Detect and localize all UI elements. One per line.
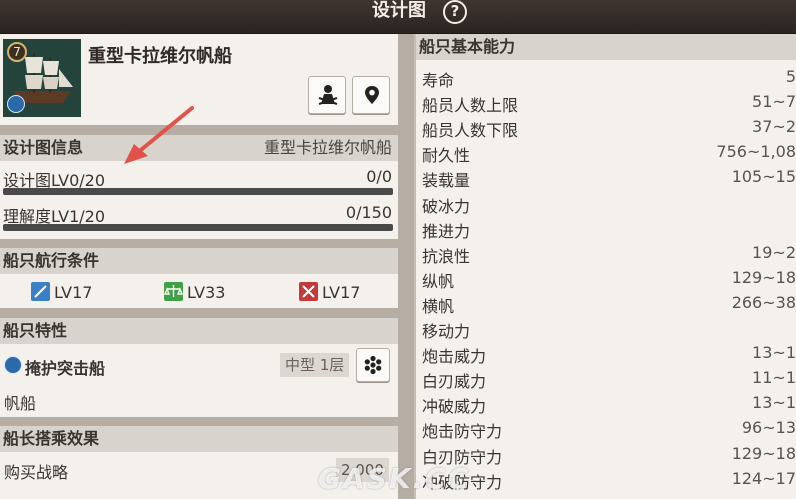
stat-label: 纵帆 (422, 271, 455, 291)
stat-row: 耐久性 756~1,08 (416, 140, 796, 165)
stat-label: 寿命 (422, 71, 455, 90)
captain-effect-header: 船长搭乘效果 (0, 426, 398, 452)
stat-value: 37~2 (752, 117, 796, 137)
blueprint-info-title: 设计图信息 (3, 138, 84, 157)
stat-label: 破冰力 (422, 196, 471, 216)
captain-effect-item: 购买战略 (4, 463, 69, 482)
watermark: GASK.CC (318, 462, 471, 495)
stat-row: 寿命 5 (416, 65, 796, 90)
condition-adventure: LV17 (31, 282, 92, 302)
sailing-conditions-card: 船只航行条件 LV17 LV33 LV17 (0, 248, 398, 308)
stat-label: 耐久性 (422, 146, 471, 166)
ship-type-icon (7, 95, 25, 113)
trait-icon (4, 356, 22, 374)
captain-effect-title: 船长搭乘效果 (3, 429, 100, 448)
captain-icon (318, 85, 338, 105)
condition-trade: LV33 (163, 282, 226, 302)
stat-row: 冲破威力 13~1 (416, 391, 796, 416)
stat-row: 纵帆 129~18 (416, 266, 796, 291)
stat-row: 装载量 105~15 (416, 165, 796, 190)
ship-type-label: 帆船 (4, 394, 37, 413)
sailing-conditions-title: 船只航行条件 (3, 251, 100, 270)
stat-row: 船员人数上限 51~7 (416, 90, 796, 115)
sailing-conditions-header: 船只航行条件 (0, 248, 398, 274)
trade-level-icon (163, 282, 184, 301)
understanding-value: 0/150 (345, 203, 392, 222)
stat-row: 白刃威力 11~1 (416, 366, 796, 391)
stat-value: 756~1,08 (716, 142, 796, 162)
stat-row: 船员人数下限 37~2 (416, 115, 796, 140)
stat-label: 船员人数下限 (422, 121, 519, 141)
location-button[interactable] (352, 76, 390, 114)
stat-row: 冲破防守力 124~17 (416, 467, 796, 492)
stat-value: 19~2 (752, 242, 796, 262)
stat-value: 13~1 (752, 343, 796, 363)
stat-row: 移动力 (416, 316, 796, 341)
ship-card: 7 重型卡拉维尔帆船 (0, 34, 398, 125)
trait-tag: 中型 1层 (280, 353, 350, 377)
annotation-arrow-icon (124, 106, 194, 164)
stat-value: 5 (785, 67, 796, 86)
stat-row: 炮击防守力 96~13 (416, 416, 796, 441)
stat-value: 96~13 (741, 418, 796, 438)
blueprint-level-value: 0/0 (366, 167, 392, 186)
stat-label: 横帆 (422, 296, 455, 316)
trade-level-label: LV33 (187, 283, 226, 302)
stat-value: 11~1 (752, 368, 796, 388)
condition-battle: LV17 (299, 282, 360, 302)
stat-row: 横帆 266~38 (416, 291, 796, 316)
stat-row: 破冰力 (416, 191, 796, 216)
help-icon[interactable]: ? (443, 0, 467, 24)
trait-name: 掩护突击船 (25, 359, 106, 378)
stat-value: 13~1 (752, 393, 796, 413)
stat-label: 白刃威力 (422, 372, 487, 392)
ship-image: 7 (3, 39, 81, 117)
ship-name: 重型卡拉维尔帆船 (88, 46, 232, 67)
stat-label: 移动力 (422, 322, 471, 341)
adventure-level-icon (31, 282, 50, 301)
stat-value: 51~7 (752, 92, 796, 112)
right-panel: 船只基本能力 寿命 5 船员人数上限 51~7 船员人数下限 37~2 耐久性 756~1,0… (414, 34, 796, 499)
captain-button[interactable] (308, 76, 346, 114)
abilities-title: 船只基本能力 (419, 37, 516, 56)
stat-value: 129~18 (731, 443, 796, 463)
ship-traits-title: 船只特性 (3, 321, 68, 340)
left-panel: 7 重型卡拉维尔帆船 设计图信息 重型卡拉维尔帆船 设计图LV0/20 0/0 … (0, 34, 400, 499)
stat-row: 推进力 (416, 216, 796, 241)
rank-badge: 7 (7, 42, 27, 62)
blueprint-info-header: 设计图信息 重型卡拉维尔帆船 (0, 135, 398, 161)
stat-value: 129~18 (731, 267, 796, 287)
stat-label: 船员人数上限 (422, 96, 519, 116)
trait-detail-button[interactable] (356, 348, 390, 382)
abilities-header: 船只基本能力 (416, 34, 796, 60)
stat-row: 白刃防守力 129~18 (416, 442, 796, 467)
location-pin-icon (365, 86, 379, 104)
understanding-bar (3, 224, 393, 231)
ship-traits-header: 船只特性 (0, 318, 398, 344)
blueprint-level-bar (3, 188, 393, 195)
stat-value: 105~15 (731, 167, 796, 187)
stat-label: 装载量 (422, 171, 471, 191)
blueprint-info-card: 设计图信息 重型卡拉维尔帆船 设计图LV0/20 0/0 理解度LV1/20 0… (0, 135, 398, 239)
adventure-level-label: LV17 (54, 283, 93, 302)
battle-level-icon (299, 282, 318, 301)
stat-value: 124~17 (731, 468, 796, 488)
stat-label: 推进力 (422, 221, 471, 241)
blueprint-name: 重型卡拉维尔帆船 (263, 138, 392, 157)
page-title: 设计图 (372, 0, 426, 21)
stat-label: 炮击威力 (422, 347, 487, 367)
cluster-icon (364, 355, 382, 375)
stat-row: 炮击威力 13~1 (416, 341, 796, 366)
stat-value: 266~38 (731, 292, 796, 312)
stat-label: 抗浪性 (422, 246, 471, 266)
title-bar: 设计图 ? (0, 0, 796, 34)
battle-level-label: LV17 (322, 283, 361, 302)
stat-label: 炮击防守力 (422, 422, 503, 442)
stat-row: 抗浪性 19~2 (416, 241, 796, 266)
ship-traits-card: 船只特性 掩护突击船 中型 1层 帆船 (0, 318, 398, 417)
stat-label: 冲破威力 (422, 397, 487, 417)
